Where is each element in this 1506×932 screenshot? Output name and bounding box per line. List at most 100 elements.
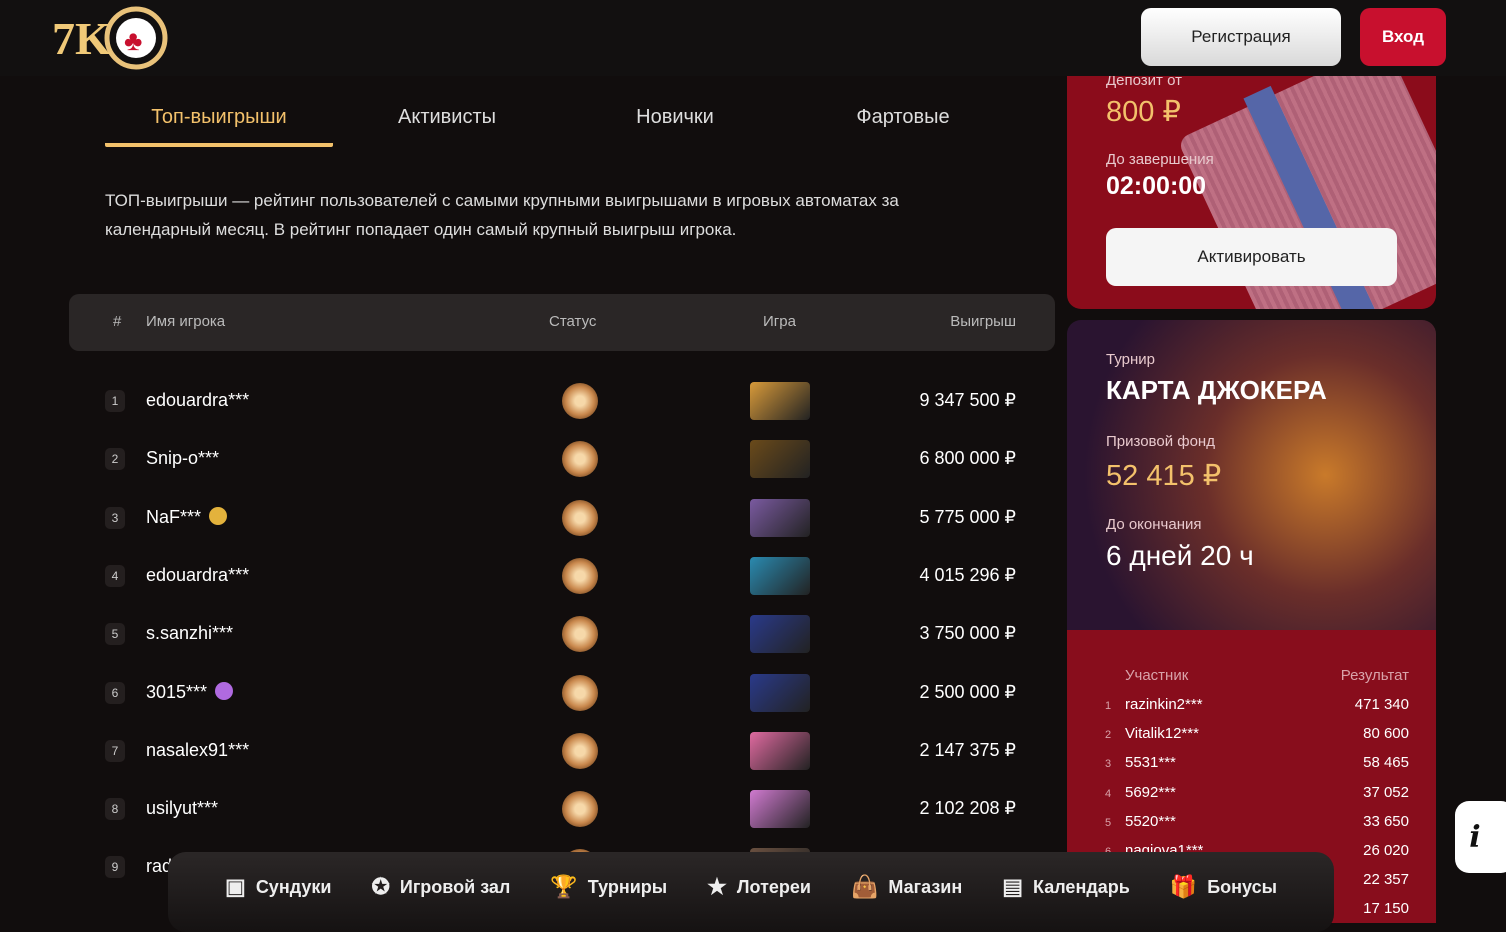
tournament-end-label: До окончания	[1106, 516, 1202, 533]
deposit-value: 800 ₽	[1106, 96, 1181, 128]
table-row[interactable]: 5 s.sanzhi*** 3 750 000 ₽	[69, 613, 1055, 671]
game-thumbnail[interactable]	[750, 790, 810, 829]
nav-item-1[interactable]: ✪ Игровой зал	[371, 874, 510, 900]
win-amount: 2 102 208 ₽	[919, 798, 1016, 819]
lb-user: Vitalik12***	[1125, 725, 1199, 743]
table-row[interactable]: 8 usilyut*** 2 102 208 ₽	[69, 788, 1055, 846]
lb-rank: 3	[1105, 758, 1112, 771]
register-button[interactable]: Регистрация	[1141, 8, 1341, 66]
player-name: edouardra***	[146, 390, 249, 411]
lb-result: 22 357	[1363, 871, 1409, 889]
table-row[interactable]: 3 NaF*** 5 775 000 ₽	[69, 497, 1055, 555]
rank: 2	[105, 448, 125, 471]
nav-item-4[interactable]: 👜 Магазин	[851, 874, 962, 900]
leaderboard-row: 4 5692*** 37 052	[1067, 784, 1436, 813]
login-button[interactable]: Вход	[1360, 8, 1446, 66]
status-icon	[562, 616, 598, 653]
status-icon	[562, 499, 598, 536]
nav-label: Турниры	[587, 876, 668, 897]
player-name-text: s.sanzhi***	[146, 623, 234, 644]
deposit-promo: Депозит от 800 ₽ До завершения 02:00:00 …	[1067, 60, 1436, 309]
player-badge-icon	[209, 506, 228, 525]
leaderboard-row: 2 Vitalik12*** 80 600	[1067, 725, 1436, 754]
leaderboard-row: 1 razinkin2*** 471 340	[1067, 696, 1436, 725]
game-thumbnail[interactable]	[750, 498, 810, 537]
player-name: edouardra***	[146, 565, 249, 586]
tournament-remaining: 6 дней 20 ч	[1106, 540, 1254, 571]
lb-result: 80 600	[1363, 725, 1409, 743]
lb-result: 33 650	[1363, 812, 1409, 830]
ticket-star-icon: ★	[707, 874, 727, 899]
game-thumbnail[interactable]	[750, 731, 810, 770]
rank: 3	[105, 506, 125, 529]
leaderboard-row: 3 5531*** 58 465	[1067, 754, 1436, 783]
trophy-icon: 🏆	[550, 874, 578, 899]
calendar-icon: ▤	[1002, 874, 1024, 899]
game-thumbnail[interactable]	[750, 556, 810, 595]
rank: 5	[105, 623, 125, 646]
win-amount: 3 750 000 ₽	[919, 623, 1016, 644]
table-row[interactable]: 6 3015*** 2 500 000 ₽	[69, 672, 1055, 730]
player-name: 3015***	[146, 681, 234, 703]
player-name-text: 3015***	[146, 681, 208, 702]
chip-icon: ✪	[371, 874, 390, 899]
player-name: usilyut***	[146, 798, 218, 819]
promo-timer: 02:00:00	[1106, 172, 1207, 200]
nav-item-2[interactable]: 🏆 Турниры	[550, 874, 667, 900]
tab-2[interactable]: Новички	[561, 96, 789, 147]
rank: 7	[105, 739, 125, 762]
lb-user: razinkin2***	[1125, 696, 1203, 713]
logo[interactable]: 7K ♣	[52, 6, 168, 70]
nav-label: Сундуки	[255, 876, 332, 897]
table-header: # Имя игрока Статус Игра Выигрыш	[69, 294, 1055, 351]
tab-0[interactable]: Топ-выигрыши	[105, 96, 333, 147]
nav-item-6[interactable]: 🎁 Бонусы	[1170, 874, 1277, 900]
nav-label: Бонусы	[1207, 876, 1277, 897]
table-row[interactable]: 4 edouardra*** 4 015 296 ₽	[69, 555, 1055, 613]
table-row[interactable]: 2 Snip-o*** 6 800 000 ₽	[69, 438, 1055, 496]
rank: 4	[105, 564, 125, 587]
header: 7K ♣ Регистрация Вход	[0, 0, 1506, 76]
lb-user: 5692***	[1125, 783, 1176, 801]
info-button[interactable]: i	[1455, 801, 1506, 873]
game-thumbnail[interactable]	[750, 615, 810, 654]
col-num: #	[113, 313, 122, 330]
game-thumbnail[interactable]	[750, 382, 810, 420]
nav-item-0[interactable]: ▣ Сундуки	[225, 874, 331, 900]
nav-label: Лотереи	[736, 876, 811, 897]
status-icon	[562, 557, 598, 594]
nav-item-5[interactable]: ▤ Календарь	[1002, 874, 1130, 900]
participant-header: Участник	[1125, 667, 1189, 684]
player-name-text: edouardra***	[146, 564, 250, 585]
player-name-text: usilyut***	[146, 798, 219, 819]
lb-rank: 1	[1105, 700, 1112, 712]
bag-icon: 👜	[850, 874, 879, 899]
nav-item-3[interactable]: ★ Лотереи	[707, 874, 811, 900]
game-thumbnail[interactable]	[750, 440, 810, 479]
win-amount: 2 500 000 ₽	[919, 681, 1016, 702]
player-name-text: nasalex91***	[146, 739, 250, 760]
tab-3[interactable]: Фартовые	[789, 96, 1017, 147]
lb-result: 37 052	[1363, 783, 1409, 801]
rating-tabs: Топ-выигрыши Активисты Новички Фартовые	[105, 96, 1017, 147]
player-name-text: Snip-o***	[146, 448, 220, 469]
lb-user: 5531***	[1125, 754, 1176, 772]
win-amount: 6 800 000 ₽	[919, 448, 1016, 469]
tab-1[interactable]: Активисты	[333, 96, 561, 147]
lb-result: 26 020	[1363, 842, 1409, 859]
activate-button[interactable]: Активировать	[1106, 228, 1397, 286]
svg-text:7K: 7K	[52, 13, 111, 64]
table-row[interactable]: 1 edouardra*** 9 347 500 ₽	[69, 380, 1055, 438]
rank: 1	[105, 390, 125, 412]
tournament-banner[interactable]: Турнир КАРТА ДЖОКЕРА Призовой фонд 52 41…	[1067, 320, 1436, 630]
game-thumbnail[interactable]	[750, 673, 810, 712]
leaderboard-row: 5 5520*** 33 650	[1067, 813, 1436, 842]
win-amount: 9 347 500 ₽	[919, 390, 1016, 410]
lb-rank: 4	[1105, 787, 1112, 800]
lb-rank: 5	[1105, 816, 1112, 829]
player-badge-icon	[215, 681, 234, 700]
rank: 6	[105, 681, 125, 704]
table-row[interactable]: 7 nasalex91*** 2 147 375 ₽	[69, 730, 1055, 788]
status-icon	[562, 674, 598, 711]
win-amount: 4 015 296 ₽	[919, 564, 1016, 585]
